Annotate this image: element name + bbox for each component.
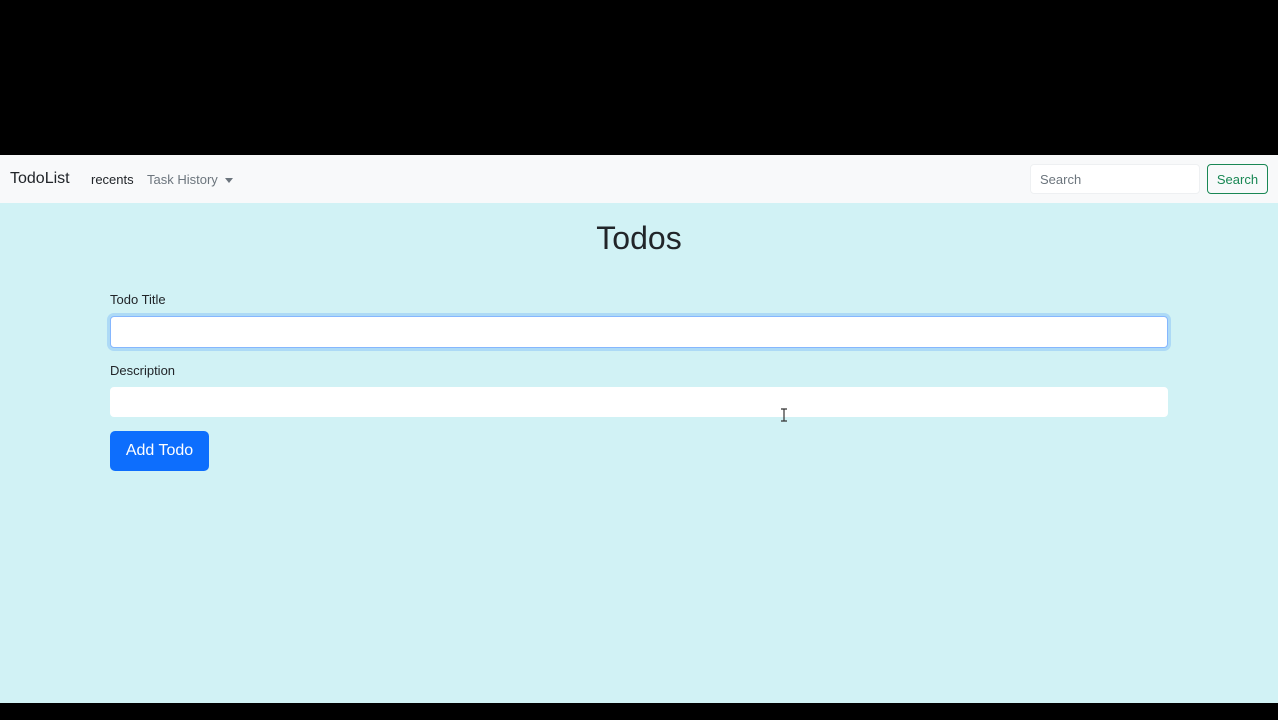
todo-title-input[interactable] xyxy=(110,316,1168,348)
description-input[interactable] xyxy=(110,387,1168,417)
navbar: TodoList recents Task History Search xyxy=(0,155,1278,203)
bottom-letterbox xyxy=(0,703,1278,720)
top-letterbox xyxy=(0,0,1278,155)
page-title: Todos xyxy=(596,220,682,256)
description-label: Description xyxy=(110,363,176,378)
search-input[interactable] xyxy=(1030,164,1200,194)
search-button[interactable]: Search xyxy=(1207,164,1268,194)
main-content: Todos Todo Title Description Add Todo xyxy=(0,203,1278,703)
text-cursor-icon xyxy=(781,408,787,422)
todo-title-label: Todo Title xyxy=(110,292,166,307)
nav-link-recents[interactable]: recents xyxy=(91,172,134,188)
chevron-down-icon xyxy=(224,177,233,183)
nav-dropdown-label: Task History xyxy=(147,172,218,187)
nav-dropdown-task-history[interactable]: Task History xyxy=(147,172,233,188)
navbar-brand[interactable]: TodoList xyxy=(10,169,70,189)
add-todo-button[interactable]: Add Todo xyxy=(110,431,209,471)
